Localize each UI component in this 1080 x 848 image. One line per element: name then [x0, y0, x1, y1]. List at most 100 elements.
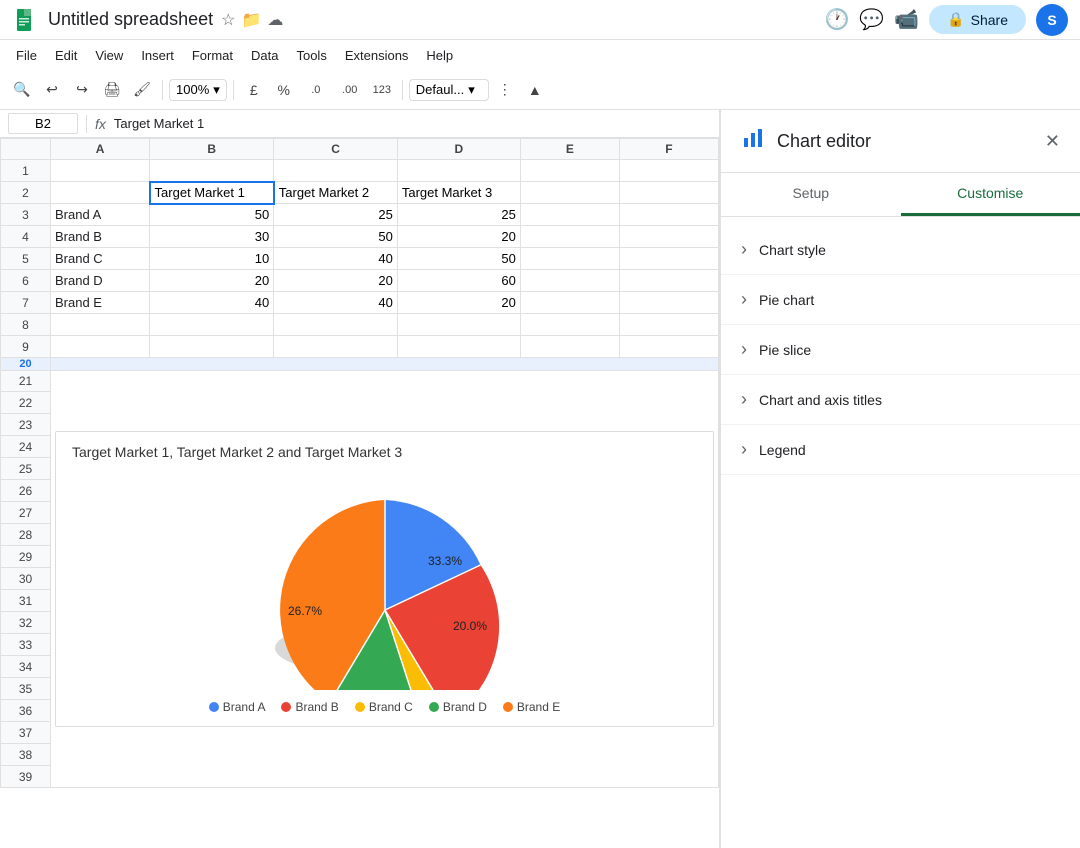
cell-d2[interactable]: Target Market 3 [397, 182, 520, 204]
cell-b2[interactable]: Target Market 1 [150, 182, 274, 204]
cell-e5[interactable] [520, 248, 619, 270]
col-header-d[interactable]: D [397, 139, 520, 160]
cell-c3[interactable]: 25 [274, 204, 398, 226]
menu-insert[interactable]: Insert [133, 45, 182, 66]
col-header-e[interactable]: E [520, 139, 619, 160]
editor-close-button[interactable]: ✕ [1045, 131, 1060, 152]
cell-b6[interactable]: 20 [150, 270, 274, 292]
cell-f1[interactable] [619, 160, 718, 182]
cell-f8[interactable] [619, 314, 718, 336]
section-pie-chart[interactable]: › Pie chart [721, 275, 1080, 325]
menu-view[interactable]: View [87, 45, 131, 66]
folder-icon[interactable]: 📁 [241, 10, 261, 30]
col-header-b[interactable]: B [150, 139, 274, 160]
cell-d9[interactable] [397, 336, 520, 358]
menu-tools[interactable]: Tools [288, 45, 334, 66]
cloud-icon[interactable]: ☁ [267, 10, 283, 30]
cell-f7[interactable] [619, 292, 718, 314]
cell-e4[interactable] [520, 226, 619, 248]
font-select[interactable]: Defaul... ▾ [409, 79, 489, 101]
cell-c2[interactable]: Target Market 2 [274, 182, 398, 204]
cell-a7[interactable]: Brand E [51, 292, 150, 314]
video-icon[interactable]: 📹 [894, 7, 919, 32]
cell-e3[interactable] [520, 204, 619, 226]
star-icon[interactable]: ☆ [221, 10, 235, 30]
cell-a3[interactable]: Brand A [51, 204, 150, 226]
collapse-toolbar-btn[interactable]: ▲ [521, 76, 549, 104]
cell-c1[interactable] [274, 160, 398, 182]
cell-c5[interactable]: 40 [274, 248, 398, 270]
cell-b7[interactable]: 40 [150, 292, 274, 314]
print-btn[interactable]: 🖨 [98, 76, 126, 104]
percent-btn[interactable]: % [270, 76, 298, 104]
cell-c8[interactable] [274, 314, 398, 336]
col-header-c[interactable]: C [274, 139, 398, 160]
cell-f9[interactable] [619, 336, 718, 358]
cell-d5[interactable]: 50 [397, 248, 520, 270]
search-btn[interactable]: 🔍 [8, 76, 36, 104]
avatar[interactable]: S [1036, 4, 1068, 36]
cell-b8[interactable] [150, 314, 274, 336]
cell-a1[interactable] [51, 160, 150, 182]
history-icon[interactable]: 🕐 [824, 7, 849, 32]
cell-f6[interactable] [619, 270, 718, 292]
col-header-a[interactable]: A [51, 139, 150, 160]
cell-d7[interactable]: 20 [397, 292, 520, 314]
share-button[interactable]: 🔒 Share [929, 5, 1026, 34]
cell-f5[interactable] [619, 248, 718, 270]
undo-btn[interactable]: ↩ [38, 76, 66, 104]
section-pie-slice[interactable]: › Pie slice [721, 325, 1080, 375]
grid-container[interactable]: A B C D E F 1 [0, 138, 719, 848]
cell-d6[interactable]: 60 [397, 270, 520, 292]
menu-extensions[interactable]: Extensions [337, 45, 417, 66]
decimal-inc-btn[interactable]: .00 [334, 76, 366, 104]
cell-b4[interactable]: 30 [150, 226, 274, 248]
cell-a8[interactable] [51, 314, 150, 336]
menu-file[interactable]: File [8, 45, 45, 66]
menu-format[interactable]: Format [184, 45, 241, 66]
cell-a5[interactable]: Brand C [51, 248, 150, 270]
paint-format-btn[interactable]: 🖌 [128, 76, 156, 104]
cell-d4[interactable]: 20 [397, 226, 520, 248]
tab-setup[interactable]: Setup [721, 173, 901, 216]
cell-e9[interactable] [520, 336, 619, 358]
cell-c6[interactable]: 20 [274, 270, 398, 292]
decimal-dec-btn[interactable]: .0 [300, 76, 332, 104]
cell-a4[interactable]: Brand B [51, 226, 150, 248]
tab-customise[interactable]: Customise [901, 173, 1080, 216]
cell-e6[interactable] [520, 270, 619, 292]
section-chart-axis-titles[interactable]: › Chart and axis titles [721, 375, 1080, 425]
cell-c9[interactable] [274, 336, 398, 358]
currency-btn[interactable]: £ [240, 76, 268, 104]
redo-btn[interactable]: ↪ [68, 76, 96, 104]
menu-data[interactable]: Data [243, 45, 286, 66]
cell-e7[interactable] [520, 292, 619, 314]
cell-a6[interactable]: Brand D [51, 270, 150, 292]
cell-c7[interactable]: 40 [274, 292, 398, 314]
cell-b1[interactable] [150, 160, 274, 182]
cell-e2[interactable] [520, 182, 619, 204]
cell-a9[interactable] [51, 336, 150, 358]
cell-reference[interactable]: B2 [8, 113, 78, 134]
cell-b5[interactable]: 10 [150, 248, 274, 270]
section-legend[interactable]: › Legend [721, 425, 1080, 475]
comment-icon[interactable]: 💬 [859, 7, 884, 32]
cell-d1[interactable] [397, 160, 520, 182]
cell-f2[interactable] [619, 182, 718, 204]
section-chart-style[interactable]: › Chart style [721, 225, 1080, 275]
cell-b9[interactable] [150, 336, 274, 358]
menu-help[interactable]: Help [418, 45, 461, 66]
cell-c4[interactable]: 50 [274, 226, 398, 248]
more-btn[interactable]: ⋮ [491, 76, 519, 104]
cell-e1[interactable] [520, 160, 619, 182]
format-123-btn[interactable]: 123 [368, 76, 396, 104]
cell-a2[interactable] [51, 182, 150, 204]
cell-b3[interactable]: 50 [150, 204, 274, 226]
zoom-select[interactable]: 100% ▾ [169, 79, 227, 101]
cell-d8[interactable] [397, 314, 520, 336]
menu-edit[interactable]: Edit [47, 45, 85, 66]
cell-f4[interactable] [619, 226, 718, 248]
col-header-f[interactable]: F [619, 139, 718, 160]
cell-e8[interactable] [520, 314, 619, 336]
cell-f3[interactable] [619, 204, 718, 226]
